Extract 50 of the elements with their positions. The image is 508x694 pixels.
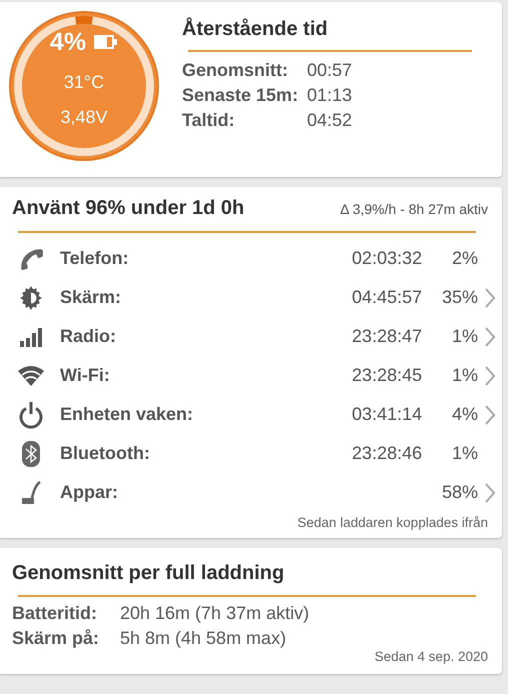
wifi-icon: [17, 364, 45, 386]
usage-percent: 1%: [452, 443, 478, 463]
card-title: Genomsnitt per full laddning: [12, 562, 284, 584]
card-title: Använt 96% under 1d 0h: [12, 197, 244, 220]
chevron-right-icon[interactable]: [484, 326, 496, 348]
power-icon: [18, 400, 44, 428]
chevron-right-icon[interactable]: [484, 364, 496, 386]
usage-percent: 2%: [452, 248, 478, 268]
stat-label: Batteritid:: [12, 603, 98, 624]
usage-label: Bluetooth:: [60, 443, 151, 464]
stat-value: 01:13: [307, 85, 354, 106]
stat-value: 04:52: [307, 110, 354, 131]
usage-label: Radio:: [60, 326, 117, 347]
usage-percent: 58%: [442, 482, 478, 502]
usage-time: 23:28:46: [352, 443, 422, 463]
usage-time: 03:41:14: [352, 404, 422, 424]
usage-time: 04:45:57: [352, 287, 422, 307]
usage-label: Wi-Fi:: [60, 365, 111, 386]
usage-percent: 1%: [452, 326, 478, 346]
usage-label: Enheten vaken:: [60, 404, 194, 425]
stat-label: Skärm på:: [12, 628, 100, 649]
signal-bars-icon: [19, 326, 43, 348]
battery-temperature: 31°C: [64, 72, 104, 93]
stat-label: Genomsnitt:: [182, 60, 289, 81]
stat-label: Senaste 15m:: [182, 85, 300, 106]
usage-time: 02:03:32: [352, 248, 422, 268]
stat-label: Taltid:: [182, 110, 236, 131]
battery-icon: [94, 34, 118, 50]
card-title: Återstående tid: [182, 18, 329, 41]
usage-label: Telefon:: [60, 248, 130, 269]
battery-percent: 4%: [50, 28, 86, 56]
stat-value: 00:57: [307, 60, 354, 81]
usage-label: Skärm:: [60, 287, 122, 308]
usage-percent: 35%: [442, 287, 478, 307]
usage-time: 23:28:47: [352, 326, 422, 346]
usage-time: 23:28:45: [352, 365, 422, 385]
battery-voltage: 3,48V: [60, 107, 108, 128]
chevron-right-icon[interactable]: [484, 404, 496, 426]
footer-note: Sedan 4 sep. 2020: [374, 649, 488, 664]
brightness-icon: [18, 284, 44, 310]
usage-percent: 1%: [452, 365, 478, 385]
bluetooth-icon: [21, 440, 41, 468]
chevron-right-icon[interactable]: [484, 286, 496, 308]
footer-note: Sedan laddaren kopplades ifrån: [297, 515, 488, 530]
stat-value: 20h 16m (7h 37m aktiv): [120, 603, 310, 624]
chevron-right-icon[interactable]: [484, 482, 496, 504]
drain-rate: Δ 3,9%/h - 8h 27m aktiv: [340, 201, 488, 217]
usage-label: Appar:: [60, 482, 119, 503]
usage-percent: 4%: [452, 404, 478, 424]
stat-value: 5h 8m (4h 58m max): [120, 628, 288, 649]
